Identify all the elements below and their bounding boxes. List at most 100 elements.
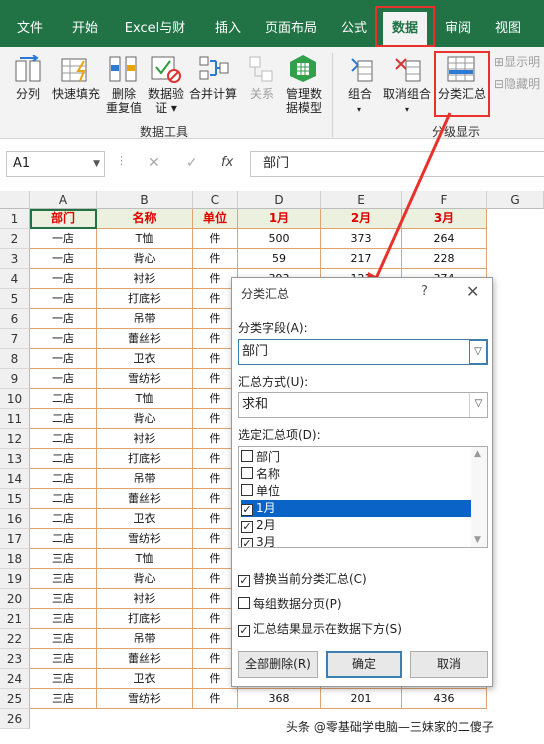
table-cell[interactable]: 三店 xyxy=(30,669,97,689)
row-header[interactable]: 12 xyxy=(0,429,30,449)
column-header-E[interactable]: E xyxy=(321,191,402,209)
column-header-D[interactable]: D xyxy=(238,191,321,209)
table-cell[interactable]: 背心 xyxy=(97,569,193,589)
table-cell[interactable]: 59 xyxy=(238,249,321,269)
column-header-A[interactable]: A xyxy=(30,191,97,209)
items-listbox[interactable]: 部门 名称 单位 ✓ 1月 ✓ 2月 ✓ 3月 ▲ ▼ xyxy=(238,446,488,548)
row-header[interactable]: 14 xyxy=(0,469,30,489)
table-cell[interactable]: 二店 xyxy=(30,489,97,509)
summary-below-checkbox[interactable]: ✓ 汇总结果显示在数据下方(S) xyxy=(238,620,402,637)
list-item[interactable]: 单位 xyxy=(241,483,475,500)
table-cell[interactable]: 三店 xyxy=(30,549,97,569)
row-header[interactable]: 9 xyxy=(0,369,30,389)
table-cell[interactable]: 雪纺衫 xyxy=(97,689,193,709)
table-cell[interactable]: 件 xyxy=(193,249,238,269)
table-cell[interactable]: 三店 xyxy=(30,609,97,629)
list-item[interactable]: ✓ 1月 xyxy=(241,500,475,517)
cancel-button[interactable]: 取消 xyxy=(410,651,488,678)
table-cell[interactable]: T恤 xyxy=(97,229,193,249)
list-item[interactable]: ✓ 2月 xyxy=(241,517,475,534)
hide-detail-button[interactable]: ⊟隐藏明 xyxy=(494,77,544,91)
row-header[interactable]: 7 xyxy=(0,329,30,349)
table-cell[interactable]: 背心 xyxy=(97,249,193,269)
field-select[interactable]: 部门 ▽ xyxy=(238,339,488,365)
scroll-down-icon[interactable]: ▼ xyxy=(474,535,481,545)
column-header-F[interactable]: F xyxy=(402,191,487,209)
listbox-scrollbar[interactable]: ▲ ▼ xyxy=(471,447,487,547)
column-header-G[interactable]: G xyxy=(487,191,544,209)
table-cell[interactable]: 卫衣 xyxy=(97,509,193,529)
table-cell[interactable]: T恤 xyxy=(97,549,193,569)
header-cell[interactable]: 部门 xyxy=(30,209,97,229)
replace-current-checkbox[interactable]: ✓ 替换当前分类汇总(C) xyxy=(238,570,367,587)
table-cell[interactable]: 201 xyxy=(321,689,402,709)
tab-3[interactable]: 插入 xyxy=(206,14,250,44)
table-cell[interactable]: 二店 xyxy=(30,509,97,529)
table-cell[interactable]: 217 xyxy=(321,249,402,269)
row-header[interactable]: 3 xyxy=(0,249,30,269)
relationships-button[interactable]: 关系 xyxy=(244,87,280,101)
ungroup-dropdown-icon[interactable]: ▾ xyxy=(402,103,412,117)
row-header[interactable]: 6 xyxy=(0,309,30,329)
row-header[interactable]: 17 xyxy=(0,529,30,549)
scroll-up-icon[interactable]: ▲ xyxy=(474,449,481,459)
row-header[interactable]: 1 xyxy=(0,209,30,229)
table-cell[interactable]: 三店 xyxy=(30,689,97,709)
remove-duplicates-button[interactable]: 删除 重复值 xyxy=(104,87,144,115)
row-header[interactable]: 5 xyxy=(0,289,30,309)
row-header[interactable]: 26 xyxy=(0,709,30,729)
checkbox-icon[interactable]: ✓ xyxy=(238,625,250,637)
table-cell[interactable]: 一店 xyxy=(30,369,97,389)
table-cell[interactable]: 500 xyxy=(238,229,321,249)
row-header[interactable]: 10 xyxy=(0,389,30,409)
table-cell[interactable]: 二店 xyxy=(30,389,97,409)
table-cell[interactable]: 三店 xyxy=(30,629,97,649)
table-cell[interactable]: T恤 xyxy=(97,389,193,409)
table-cell[interactable]: 二店 xyxy=(30,449,97,469)
table-cell[interactable]: 436 xyxy=(402,689,487,709)
checkbox-icon[interactable]: ✓ xyxy=(238,575,250,587)
flash-fill-button[interactable]: 快速填充 xyxy=(50,87,102,101)
insert-function-icon[interactable]: fx xyxy=(221,155,233,170)
help-icon[interactable]: ? xyxy=(421,284,428,299)
table-cell[interactable]: 卫衣 xyxy=(97,349,193,369)
row-header[interactable]: 24 xyxy=(0,669,30,689)
table-cell[interactable]: 衬衫 xyxy=(97,429,193,449)
column-header-C[interactable]: C xyxy=(193,191,238,209)
ungroup-button[interactable]: 取消组合 xyxy=(380,87,434,101)
data-validation-button[interactable]: 数据验 证 ▾ xyxy=(144,87,188,115)
table-cell[interactable]: 一店 xyxy=(30,329,97,349)
checkbox-icon[interactable]: ✓ xyxy=(241,538,253,547)
table-cell[interactable]: 件 xyxy=(193,229,238,249)
checkbox-icon[interactable]: ✓ xyxy=(241,504,253,516)
tab-7[interactable]: 审阅 xyxy=(436,14,480,44)
table-cell[interactable]: 二店 xyxy=(30,529,97,549)
header-cell[interactable]: 1月 xyxy=(238,209,321,229)
row-header[interactable]: 23 xyxy=(0,649,30,669)
table-cell[interactable]: 一店 xyxy=(30,249,97,269)
table-cell[interactable]: 衬衫 xyxy=(97,269,193,289)
row-header[interactable]: 18 xyxy=(0,549,30,569)
header-cell[interactable]: 2月 xyxy=(321,209,402,229)
row-header[interactable]: 22 xyxy=(0,629,30,649)
tab-8[interactable]: 视图 xyxy=(486,14,530,44)
header-cell[interactable]: 3月 xyxy=(402,209,487,229)
consolidate-button[interactable]: 合并计算 xyxy=(188,87,238,101)
close-icon[interactable]: ✕ xyxy=(466,282,479,301)
table-cell[interactable]: 一店 xyxy=(30,349,97,369)
table-cell[interactable]: 264 xyxy=(402,229,487,249)
row-header[interactable]: 19 xyxy=(0,569,30,589)
cancel-icon[interactable]: ✕ xyxy=(148,155,160,171)
row-header[interactable]: 25 xyxy=(0,689,30,709)
table-cell[interactable]: 吊带 xyxy=(97,629,193,649)
table-cell[interactable]: 打底衫 xyxy=(97,449,193,469)
ok-button[interactable]: 确定 xyxy=(326,651,402,678)
row-header[interactable]: 15 xyxy=(0,489,30,509)
table-cell[interactable]: 二店 xyxy=(30,429,97,449)
group-dropdown-icon[interactable]: ▾ xyxy=(354,103,364,117)
page-break-checkbox[interactable]: 每组数据分页(P) xyxy=(238,595,342,612)
table-cell[interactable]: 三店 xyxy=(30,589,97,609)
table-cell[interactable]: 368 xyxy=(238,689,321,709)
row-header[interactable]: 2 xyxy=(0,229,30,249)
tab-4[interactable]: 页面布局 xyxy=(255,14,327,44)
